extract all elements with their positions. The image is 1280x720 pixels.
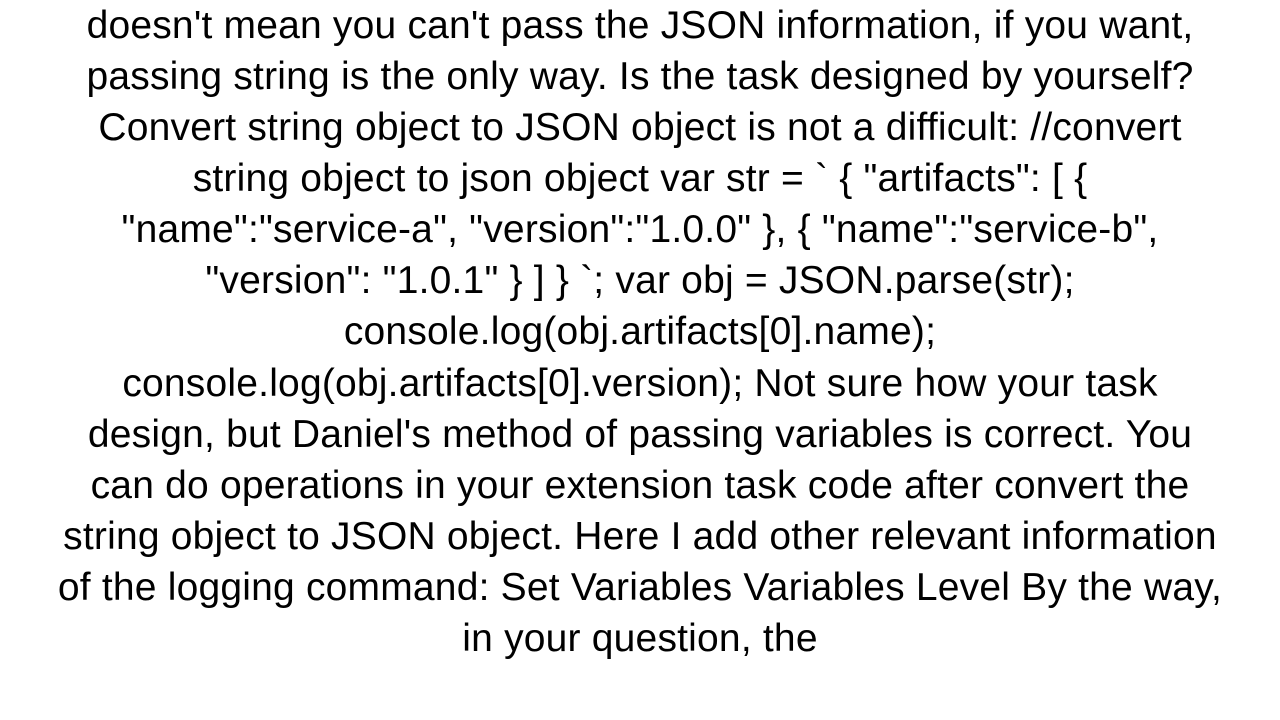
document-body-text: doesn't mean you can't pass the JSON inf… [0, 0, 1280, 664]
